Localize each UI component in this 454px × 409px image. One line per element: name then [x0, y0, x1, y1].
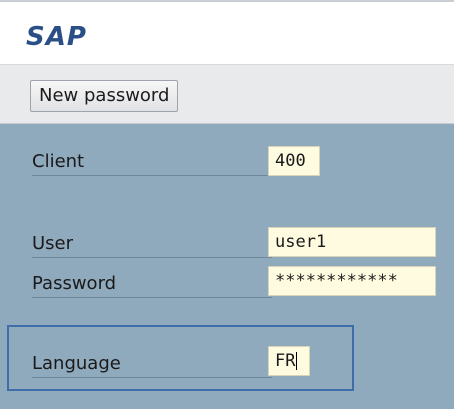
language-field[interactable]: FR — [268, 346, 310, 376]
language-value: FR — [275, 351, 296, 371]
password-field[interactable]: ************ — [268, 266, 436, 296]
language-label: Language — [32, 352, 272, 378]
sap-logon-screen: SAP New password Client 400 User user1 P… — [0, 0, 454, 409]
app-title: SAP — [26, 22, 87, 52]
toolbar: New password — [0, 64, 454, 124]
client-field[interactable]: 400 — [268, 146, 320, 176]
user-field[interactable]: user1 — [268, 227, 436, 257]
new-password-button[interactable]: New password — [30, 80, 179, 112]
title-bar: SAP — [0, 0, 454, 64]
user-label: User — [32, 232, 272, 258]
client-label: Client — [32, 150, 272, 176]
text-cursor — [296, 352, 298, 370]
password-label: Password — [32, 272, 272, 298]
